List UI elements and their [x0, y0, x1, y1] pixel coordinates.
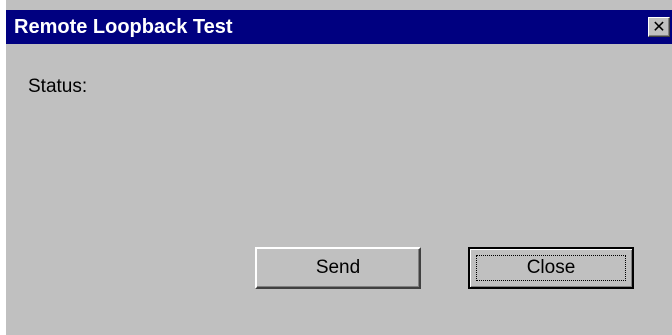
close-icon[interactable]: ✕: [648, 17, 670, 37]
remote-loopback-dialog: Remote Loopback Test ✕ Status: Send Clos…: [0, 0, 672, 335]
send-button-label: Send: [315, 257, 361, 278]
window-edge: [0, 0, 6, 335]
window-title: Remote Loopback Test: [14, 16, 233, 38]
status-label: Status:: [28, 76, 88, 97]
title-bar[interactable]: Remote Loopback Test ✕: [6, 10, 672, 44]
send-button[interactable]: Send: [255, 247, 421, 289]
close-button-label: Close: [526, 257, 576, 278]
close-button[interactable]: Close: [468, 247, 634, 289]
